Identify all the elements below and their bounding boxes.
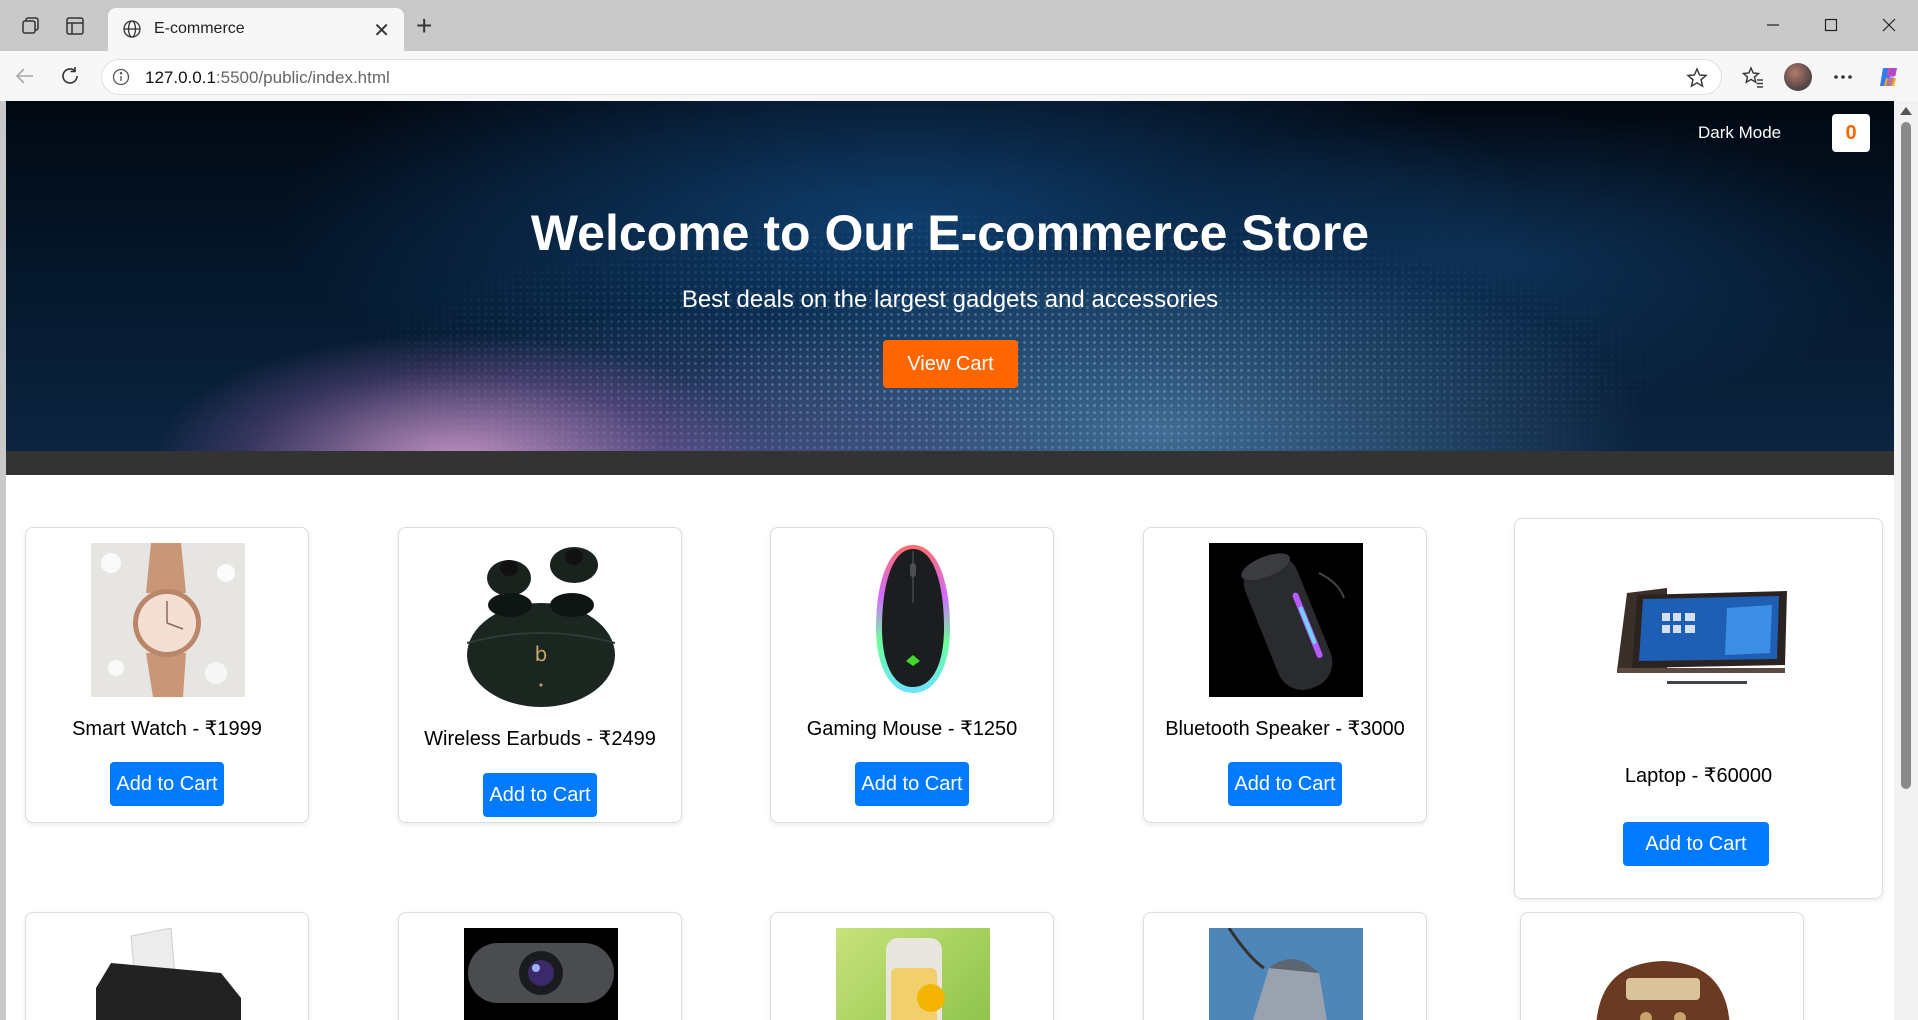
copilot-icon[interactable] xyxy=(1876,64,1902,90)
scrollbar-thumb[interactable] xyxy=(1901,122,1911,789)
more-options-icon[interactable] xyxy=(1830,64,1856,90)
back-icon[interactable] xyxy=(13,64,37,88)
product-card: Gaming Mouse - ₹1250 Add to Cart xyxy=(770,527,1054,823)
page-subtitle: Best deals on the largest gadgets and ac… xyxy=(681,286,1219,313)
product-name: Wireless Earbuds - ₹2499 xyxy=(424,728,656,750)
retro-radio-image xyxy=(1586,943,1740,1020)
address-bar[interactable]: 127.0.0.1:5500/public/index.html xyxy=(101,59,1722,95)
product-card xyxy=(1143,912,1427,1020)
scroll-up-icon[interactable] xyxy=(1900,107,1912,115)
svg-text:b: b xyxy=(535,642,548,666)
close-tab-icon[interactable]: ✕ xyxy=(373,18,390,43)
browser-toolbar: 127.0.0.1:5500/public/index.html xyxy=(0,51,1918,101)
page-title: Welcome to Our E-commerce Store xyxy=(530,205,1370,261)
dark-mode-toggle[interactable]: Dark Mode xyxy=(1698,123,1781,143)
favorites-icon[interactable] xyxy=(1740,64,1766,90)
page-scrollbar[interactable] xyxy=(1894,101,1918,1020)
globe-icon xyxy=(122,19,142,39)
favorite-star-icon[interactable] xyxy=(1685,66,1709,90)
steam-iron-image xyxy=(1209,928,1363,1020)
printer-image xyxy=(91,928,245,1020)
bluetooth-speaker-image xyxy=(1209,543,1363,697)
browser-tab[interactable]: E-commerce ✕ xyxy=(108,8,404,51)
workspaces-icon[interactable] xyxy=(20,15,42,37)
product-name: Laptop - ₹60000 xyxy=(1624,765,1773,787)
reload-icon[interactable] xyxy=(58,64,82,88)
product-card: b Wireless Earbuds - ₹2499 Add to Cart xyxy=(398,527,682,823)
add-to-cart-button[interactable]: Add to Cart xyxy=(1228,762,1342,806)
url-host: 127.0.0.1 xyxy=(145,68,216,87)
maximize-icon[interactable] xyxy=(1816,12,1846,38)
product-name: Smart Watch - ₹1999 xyxy=(72,718,262,740)
product-card: Smart Watch - ₹1999 Add to Cart xyxy=(25,527,309,823)
add-to-cart-button[interactable]: Add to Cart xyxy=(855,762,969,806)
view-cart-button[interactable]: View Cart xyxy=(883,340,1018,388)
url-text: 127.0.0.1:5500/public/index.html xyxy=(145,68,390,88)
product-card xyxy=(770,912,1054,1020)
add-to-cart-button[interactable]: Add to Cart xyxy=(1623,822,1769,866)
wireless-earbuds-image: b xyxy=(464,543,618,708)
product-name: Bluetooth Speaker - ₹3000 xyxy=(1165,718,1405,740)
product-card xyxy=(398,912,682,1020)
hero-background-pattern xyxy=(6,101,1894,451)
product-name: Gaming Mouse - ₹1250 xyxy=(806,718,1018,740)
product-card xyxy=(1520,912,1804,1020)
product-card: Bluetooth Speaker - ₹3000 Add to Cart xyxy=(1143,527,1427,823)
product-card xyxy=(25,912,309,1020)
minimize-icon[interactable] xyxy=(1758,12,1788,38)
profile-avatar[interactable] xyxy=(1784,63,1812,91)
url-path: :5500/public/index.html xyxy=(215,68,390,87)
site-info-icon[interactable] xyxy=(112,68,130,86)
gaming-mouse-image xyxy=(836,543,990,697)
cart-count-badge[interactable]: 0 xyxy=(1832,114,1870,152)
new-tab-icon[interactable]: + xyxy=(416,12,432,40)
webcam-image xyxy=(464,928,618,1020)
smart-watch-image xyxy=(91,543,245,697)
tab-actions-icon[interactable] xyxy=(64,15,86,37)
browser-tab-bar: E-commerce ✕ + xyxy=(0,0,1918,51)
add-to-cart-button[interactable]: Add to Cart xyxy=(110,762,224,806)
tab-title: E-commerce xyxy=(154,20,245,37)
laptop-image xyxy=(1607,553,1792,707)
juicer-image xyxy=(836,928,990,1020)
close-window-icon[interactable] xyxy=(1874,12,1904,38)
hero-divider xyxy=(6,451,1894,475)
hero-banner: Dark Mode 0 Welcome to Our E-commerce St… xyxy=(6,101,1894,451)
product-card-laptop: Laptop - ₹60000 Add to Cart xyxy=(1514,518,1883,899)
add-to-cart-button[interactable]: Add to Cart xyxy=(483,773,597,817)
